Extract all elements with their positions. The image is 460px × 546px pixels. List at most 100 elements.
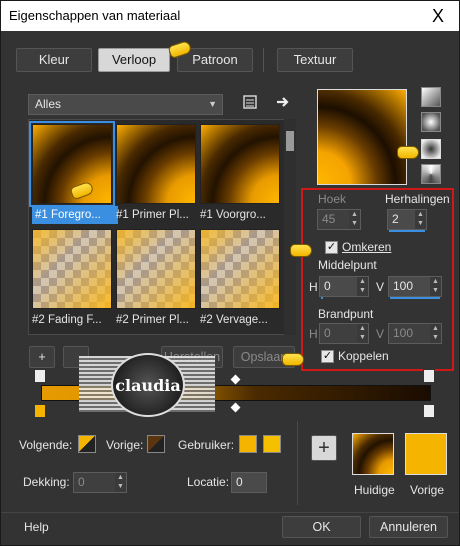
- watermark-logo: claudia: [111, 353, 185, 417]
- center-v-slider[interactable]: [390, 297, 440, 299]
- gradient-thumbnail: [116, 229, 196, 309]
- previous-label: Vorige: [410, 483, 445, 497]
- ok-button[interactable]: OK: [282, 516, 361, 538]
- location-field[interactable]: 0: [231, 472, 267, 493]
- cancel-button[interactable]: Annuleren: [369, 516, 448, 538]
- center-h-value: 0: [324, 279, 331, 293]
- opacity-value: 0: [78, 475, 85, 489]
- hand-pointer-icon: [397, 146, 419, 159]
- gallery-item[interactable]: #1 Primer Pl...: [116, 124, 196, 221]
- linear-type-button[interactable]: [421, 87, 441, 107]
- focal-v-value: 100: [393, 326, 414, 340]
- hand-pointer-icon: [282, 353, 304, 366]
- gallery-item-caption: #1 Primer Pl...: [116, 209, 189, 221]
- foreground-swatch[interactable]: [78, 435, 96, 453]
- spin-arrows-icon[interactable]: ▲ ▼: [415, 210, 426, 229]
- repeats-label: Herhalingen: [385, 192, 450, 206]
- current-material-swatch[interactable]: [352, 433, 394, 475]
- category-select-value: Alles: [35, 97, 62, 111]
- current-label: Huidige: [354, 483, 395, 497]
- hand-pointer-icon: [290, 244, 312, 257]
- window-title: Eigenschappen van materiaal: [9, 8, 181, 23]
- angle-label: Hoek: [318, 192, 347, 206]
- title-bar: Eigenschappen van materiaal X: [1, 1, 459, 31]
- center-h-field[interactable]: 0 ▲ ▼: [319, 276, 369, 297]
- center-point-label: Middelpunt: [318, 258, 377, 272]
- link-label: Koppelen: [338, 349, 389, 363]
- chevron-down-icon: ▼: [208, 99, 217, 109]
- rectangular-type-button[interactable]: [421, 112, 441, 132]
- help-button[interactable]: Help: [24, 520, 49, 534]
- gradient-thumbnail: [32, 229, 112, 309]
- gallery-item[interactable]: #2 Fading F...: [32, 229, 112, 326]
- add-to-palette-button[interactable]: +: [311, 435, 337, 461]
- focal-h-field[interactable]: 0 ▲ ▼: [319, 323, 369, 344]
- spin-arrows-icon[interactable]: ▲ ▼: [357, 324, 368, 343]
- spin-arrows-icon[interactable]: ▲ ▼: [349, 210, 360, 229]
- tab-kleur[interactable]: Kleur: [16, 48, 92, 72]
- gallery-item[interactable]: #1 Voorgro...: [200, 124, 280, 221]
- previous-material-swatch[interactable]: [405, 433, 447, 475]
- add-gradient-button[interactable]: +: [29, 346, 55, 368]
- focal-h-value: 0: [324, 326, 331, 340]
- spin-arrows-icon[interactable]: ▲ ▼: [430, 324, 441, 343]
- footer-divider: [1, 512, 459, 513]
- center-v-label: V: [376, 280, 385, 294]
- opacity-stop-end[interactable]: [423, 369, 435, 383]
- gradient-thumbnail: [116, 124, 196, 204]
- category-select[interactable]: Alles ▼: [28, 94, 223, 115]
- focal-point-label: Brandpunt: [318, 307, 374, 321]
- gradient-gallery: #1 Foregro... #1 Primer Pl... #1 Voorgro…: [28, 119, 296, 335]
- gallery-scrollbar[interactable]: [284, 119, 296, 335]
- spin-arrows-icon[interactable]: ▲ ▼: [430, 277, 441, 296]
- center-v-field[interactable]: 100 ▲ ▼: [388, 276, 442, 297]
- material-properties-dialog: Eigenschappen van materiaal X Kleur Verl…: [0, 0, 460, 546]
- opacity-midpoint[interactable]: [230, 374, 241, 385]
- opacity-field[interactable]: 0 ▲ ▼: [73, 472, 127, 493]
- link-checkbox[interactable]: ✓: [321, 350, 334, 363]
- repeats-field[interactable]: 2 ▲ ▼: [387, 209, 427, 230]
- background-label: Vorige:: [106, 438, 144, 452]
- spin-arrows-icon[interactable]: ▲ ▼: [115, 473, 126, 492]
- color-midpoint[interactable]: [230, 402, 241, 413]
- opacity-label: Dekking:: [23, 475, 70, 489]
- angle-value: 45: [322, 212, 336, 226]
- center-h-label: H: [309, 280, 318, 294]
- invert-checkbox[interactable]: ✓: [325, 241, 338, 254]
- gallery-item-caption: #1 Foregro...: [32, 206, 118, 224]
- spin-arrows-icon[interactable]: ▲ ▼: [357, 277, 368, 296]
- gallery-item-caption: #2 Vervage...: [200, 314, 268, 326]
- gradient-thumbnail: [200, 229, 280, 309]
- tab-textuur[interactable]: Textuur: [277, 48, 353, 72]
- arrow-right-icon[interactable]: [274, 94, 292, 112]
- center-h-slider[interactable]: [321, 297, 323, 299]
- gallery-item-caption: #2 Fading F...: [32, 314, 102, 326]
- foreground-label: Volgende:: [19, 438, 73, 452]
- user-color-swatch-alt[interactable]: [263, 435, 281, 453]
- focal-v-field[interactable]: 100 ▲ ▼: [388, 323, 442, 344]
- tab-verloop[interactable]: Verloop: [98, 48, 170, 72]
- location-value: 0: [236, 475, 243, 489]
- scrollbar-thumb[interactable]: [286, 131, 294, 151]
- gallery-item-caption: #2 Primer Pl...: [116, 314, 189, 326]
- section-divider: [297, 421, 298, 505]
- location-label: Locatie:: [187, 475, 230, 489]
- focal-h-label: H: [309, 327, 318, 341]
- tab-separator: [263, 48, 264, 72]
- color-stop-end[interactable]: [423, 404, 435, 418]
- close-icon[interactable]: X: [427, 5, 449, 27]
- user-color-swatch[interactable]: [239, 435, 257, 453]
- center-v-value: 100: [393, 279, 414, 293]
- angle-field[interactable]: 45 ▲ ▼: [317, 209, 361, 230]
- gallery-item[interactable]: #2 Vervage...: [200, 229, 280, 326]
- gallery-item-caption: #1 Voorgro...: [200, 209, 266, 221]
- sunburst-type-button[interactable]: [421, 164, 441, 184]
- opacity-stop-start[interactable]: [34, 369, 46, 383]
- background-swatch[interactable]: [147, 435, 165, 453]
- gallery-item[interactable]: #2 Primer Pl...: [116, 229, 196, 326]
- repeats-slider[interactable]: [389, 230, 425, 232]
- color-stop-start[interactable]: [34, 404, 46, 418]
- invert-label: Omkeren: [342, 240, 392, 254]
- radial-type-button[interactable]: [421, 139, 441, 159]
- library-icon[interactable]: [241, 94, 259, 112]
